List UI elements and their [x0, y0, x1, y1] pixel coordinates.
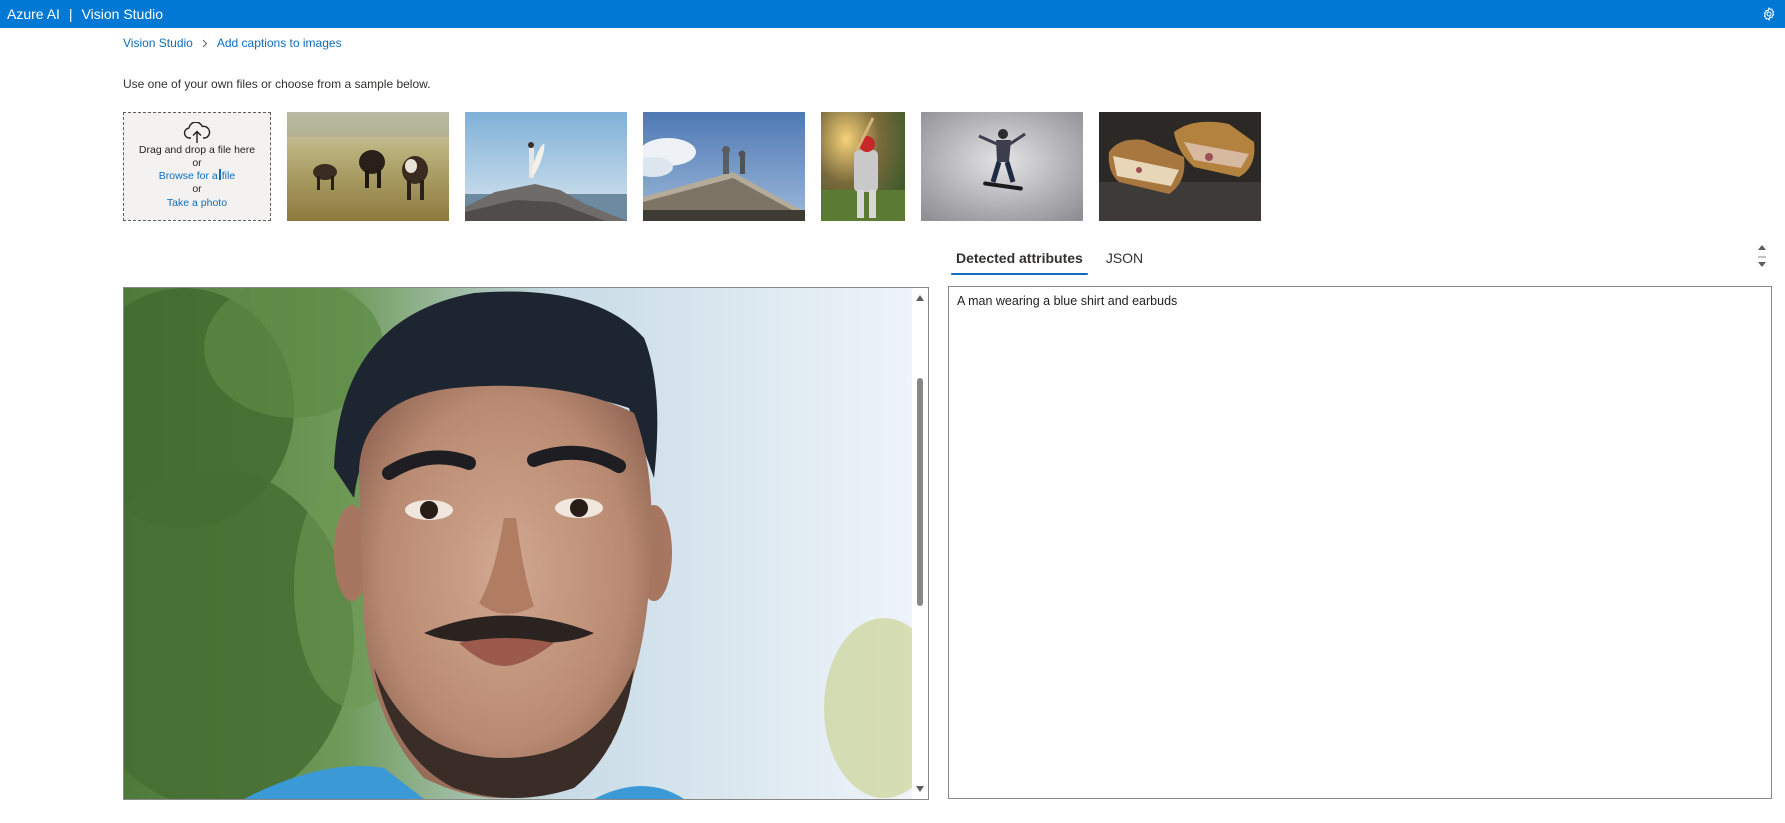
sample-image-surfer[interactable] — [465, 112, 627, 221]
browse-file-link[interactable]: Browse for a file — [159, 169, 235, 183]
breadcrumb-vision-studio[interactable]: Vision Studio — [123, 36, 193, 50]
top-bar: Azure AI | Vision Studio — [0, 0, 1785, 28]
sample-image-baseball[interactable] — [821, 112, 905, 221]
result-tabs: Detected attributes JSON — [948, 243, 1151, 275]
page-scroll-controls[interactable] — [1755, 242, 1769, 272]
detected-attributes-panel: A man wearing a blue shirt and earbuds — [948, 286, 1772, 799]
tab-detected-attributes[interactable]: Detected attributes — [948, 243, 1091, 275]
gear-icon[interactable] — [1759, 4, 1779, 24]
sample-image-sandwich[interactable] — [1099, 112, 1261, 221]
cloud-upload-icon — [182, 121, 212, 144]
app-brand[interactable]: Azure AI | Vision Studio — [7, 6, 163, 22]
drag-drop-text: Drag and drop a file here — [138, 144, 256, 156]
chevron-right-icon — [202, 39, 208, 48]
breadcrumb-add-captions[interactable]: Add captions to images — [217, 36, 342, 50]
brand-separator: | — [68, 6, 73, 22]
tab-json[interactable]: JSON — [1098, 243, 1151, 275]
sample-image-skateboarder[interactable] — [921, 112, 1083, 221]
scrollbar-thumb[interactable] — [917, 378, 923, 606]
file-drop-zone[interactable]: Drag and drop a file here or Browse for … — [123, 112, 271, 221]
selected-photo — [124, 288, 912, 799]
text-cursor — [218, 169, 221, 180]
or-text: or — [192, 182, 202, 195]
browse-link-part-2: file — [221, 170, 236, 182]
brand-company: Azure AI — [7, 6, 60, 22]
browse-link-part-1: Browse for a — [158, 170, 218, 182]
sample-image-cows[interactable] — [287, 112, 449, 221]
image-preview[interactable] — [123, 287, 929, 800]
caption-text: A man wearing a blue shirt and earbuds — [957, 294, 1178, 308]
scroll-up-icon[interactable] — [915, 294, 925, 302]
take-photo-link[interactable]: Take a photo — [167, 197, 227, 210]
brand-product: Vision Studio — [81, 6, 164, 22]
or-text: or — [192, 156, 202, 169]
breadcrumb: Vision Studio Add captions to images — [123, 36, 342, 50]
sample-image-building[interactable] — [643, 112, 805, 221]
image-scrollbar[interactable] — [912, 288, 928, 799]
scroll-down-icon[interactable] — [915, 785, 925, 793]
intro-text: Use one of your own files or choose from… — [123, 77, 431, 91]
